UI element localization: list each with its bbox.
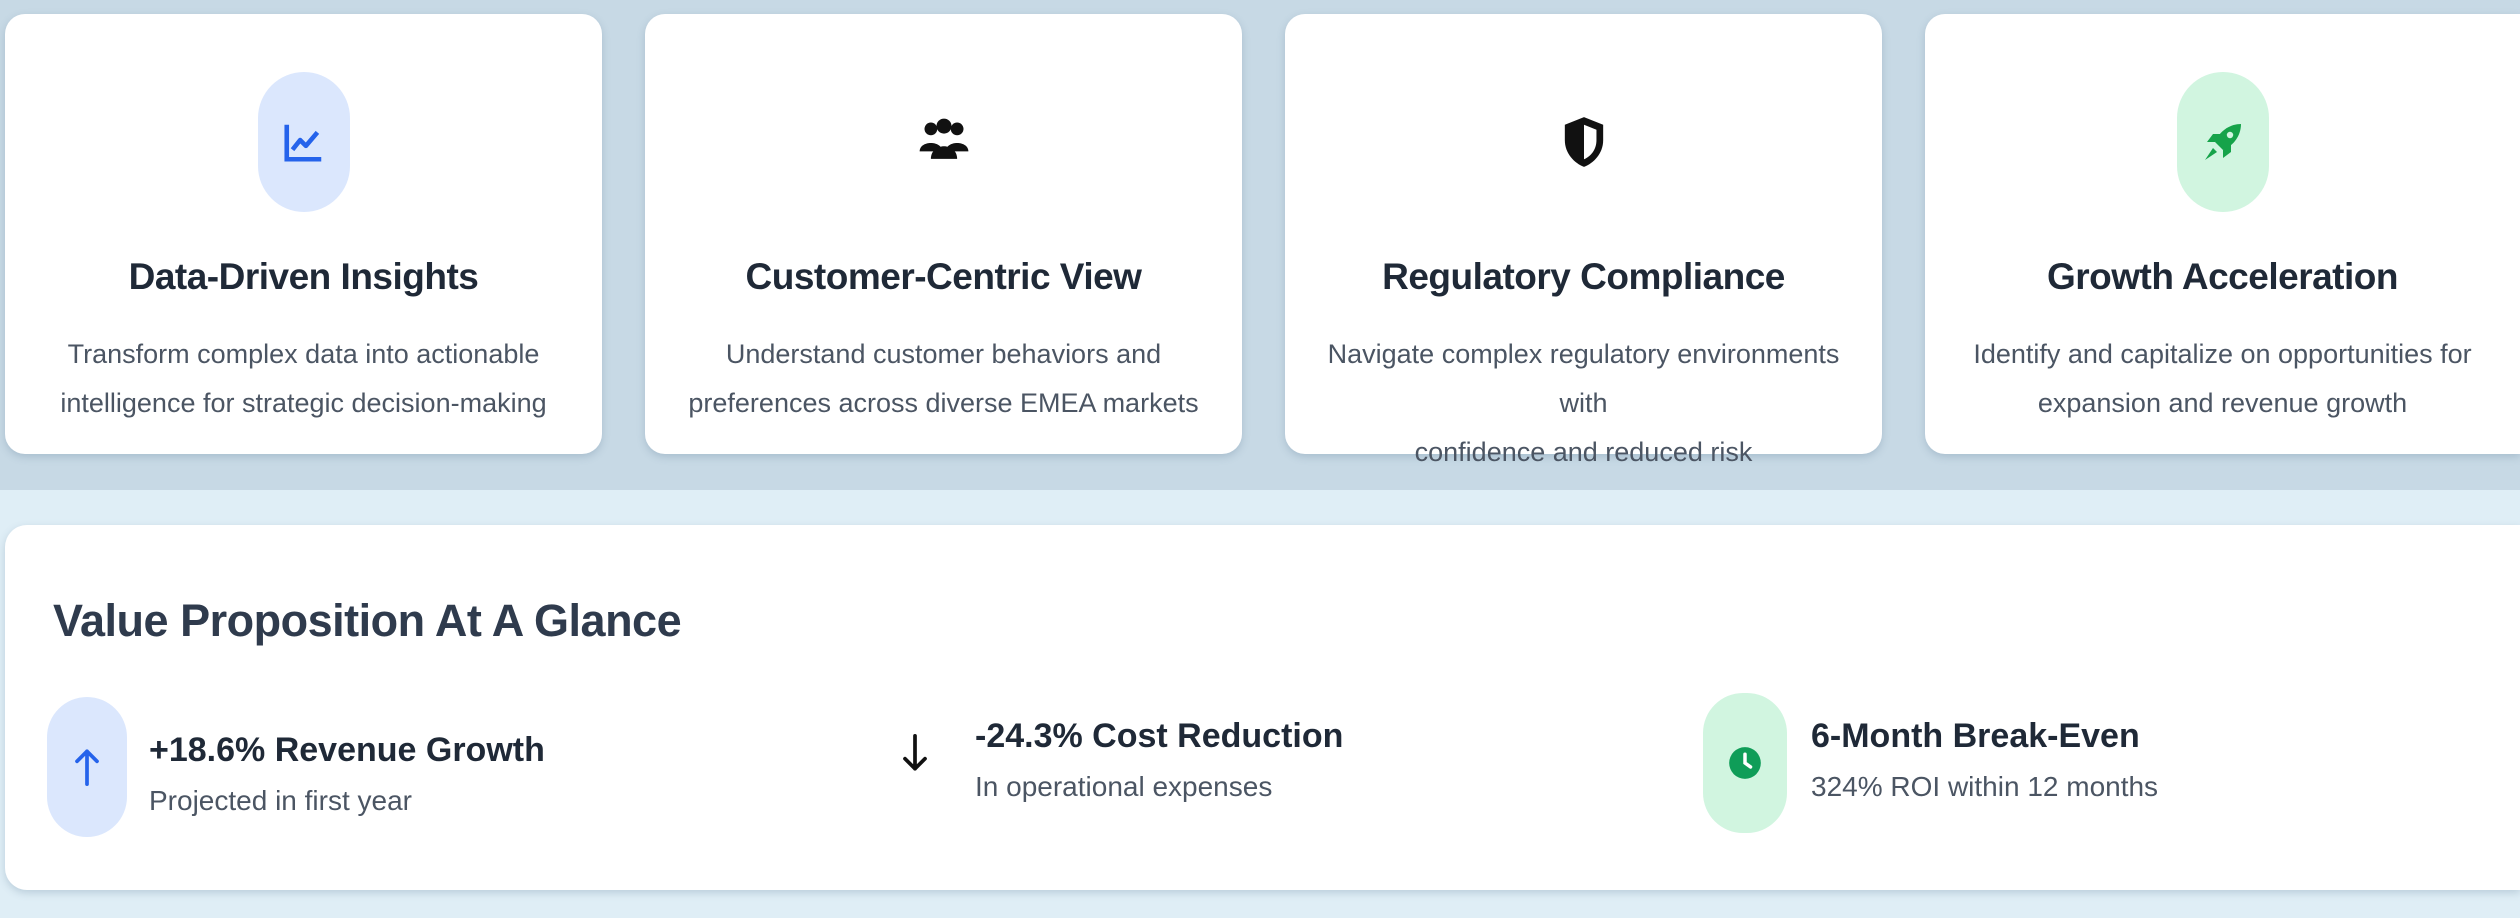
feature-description: Navigate complex regulatory environments… — [1305, 330, 1862, 477]
feature-description: Identify and capitalize on opportunities… — [1945, 330, 2500, 428]
users-icon — [898, 72, 990, 212]
feature-card-customer-centric-view: Customer-Centric View Understand custome… — [645, 14, 1242, 454]
rocket-icon — [2176, 72, 2269, 212]
feature-description-line: Understand customer behaviors and — [725, 339, 1162, 369]
feature-card-data-driven-insights: Data-Driven Insights Transform complex d… — [5, 14, 602, 454]
value-proposition-panel: Value Proposition At A Glance +18.6% Rev… — [5, 525, 2520, 890]
feature-description-line: intelligence for strategic decision-maki… — [60, 388, 547, 418]
feature-description-line: confidence and reduced risk — [1414, 437, 1753, 467]
feature-description: Transform complex data into actionable i… — [25, 330, 582, 428]
feature-title: Growth Acceleration — [2047, 256, 2398, 297]
clock-icon — [1703, 693, 1787, 833]
feature-description-line: Identify and capitalize on opportunities… — [1973, 339, 2472, 369]
feature-card-growth-acceleration: Growth Acceleration Identify and capital… — [1925, 14, 2520, 454]
chart-line-icon — [257, 72, 350, 212]
metric-label-break-even: 6-Month Break-Even — [1811, 717, 2140, 755]
feature-cards-section: Data-Driven Insights Transform complex d… — [0, 0, 2520, 490]
metric-sub-revenue-growth: Projected in first year — [149, 785, 412, 816]
feature-description-line: expansion and revenue growth — [2037, 388, 2408, 418]
feature-title: Customer-Centric View — [745, 256, 1142, 297]
metric-label-revenue-growth: +18.6% Revenue Growth — [149, 731, 545, 769]
arrow-down-icon — [875, 683, 955, 823]
feature-description: Understand customer behaviors and prefer… — [665, 330, 1222, 428]
arrow-up-icon — [47, 697, 127, 837]
metric-label-cost-reduction: -24.3% Cost Reduction — [975, 717, 1344, 755]
feature-description-line: Navigate complex regulatory environments… — [1327, 339, 1840, 418]
feature-title: Data-Driven Insights — [128, 256, 479, 297]
shield-icon — [1538, 72, 1630, 212]
value-proposition-title: Value Proposition At A Glance — [53, 595, 682, 646]
feature-card-regulatory-compliance: Regulatory Compliance Navigate complex r… — [1285, 14, 1882, 467]
metric-sub-cost-reduction: In operational expenses — [975, 771, 1273, 802]
feature-title: Regulatory Compliance — [1382, 256, 1785, 297]
metric-sub-break-even: 324% ROI within 12 months — [1811, 771, 2159, 802]
feature-description-line: Transform complex data into actionable — [67, 339, 540, 369]
feature-description-line: preferences across diverse EMEA markets — [688, 388, 1199, 418]
